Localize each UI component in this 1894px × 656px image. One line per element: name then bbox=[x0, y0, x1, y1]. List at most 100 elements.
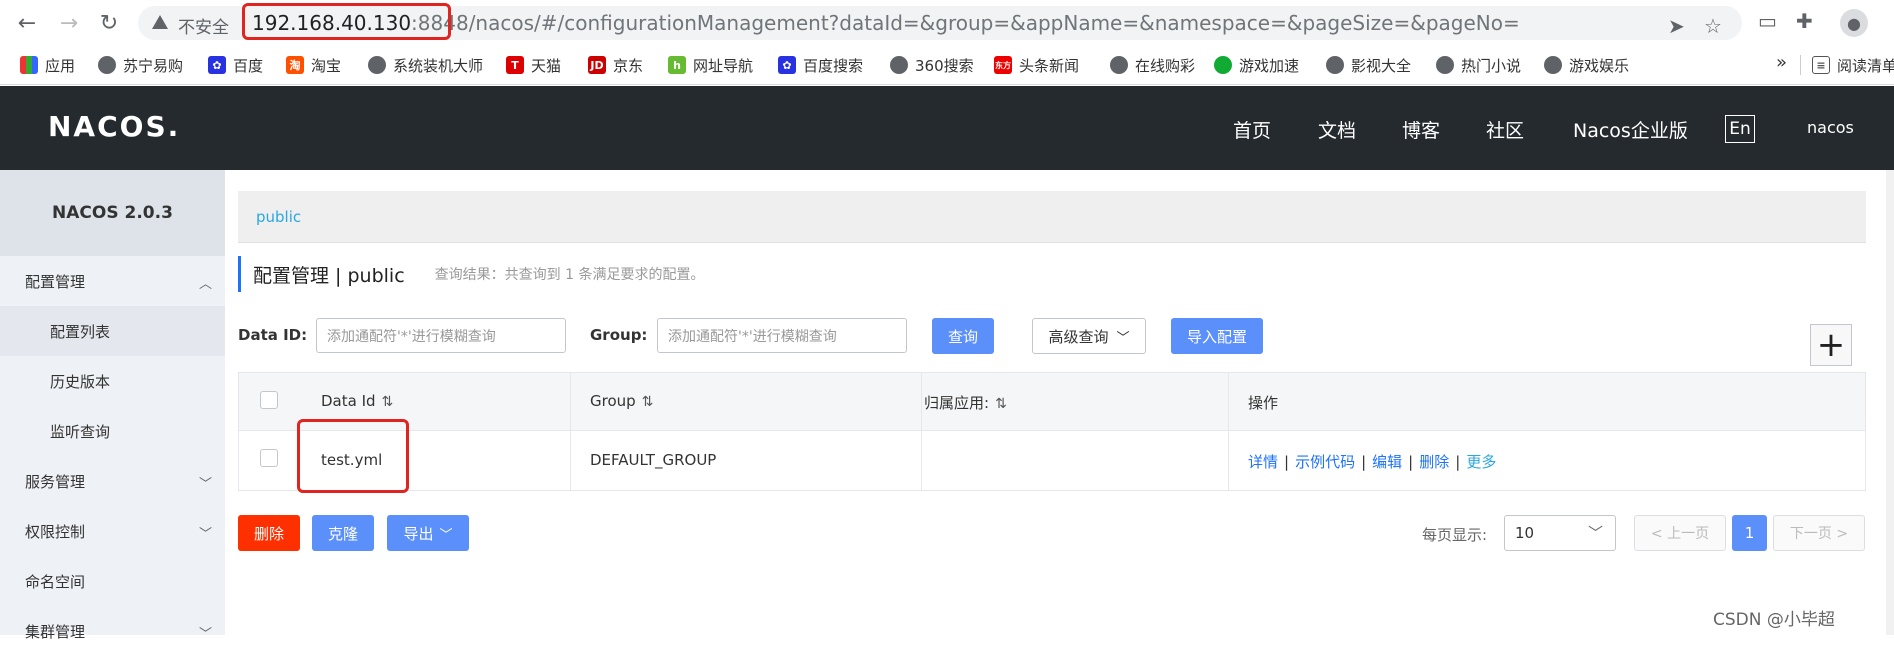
extensions-icon[interactable]: ✚ bbox=[1796, 9, 1813, 33]
th-label: Data Id bbox=[321, 392, 376, 410]
sidebar-item-history[interactable]: 历史版本 bbox=[0, 356, 225, 406]
nacos-logo[interactable]: NACOS. bbox=[48, 110, 180, 143]
next-page-button[interactable]: 下一页 > bbox=[1773, 515, 1865, 551]
bookmark-item[interactable]: 系统装机大师 bbox=[368, 54, 483, 76]
add-config-button[interactable]: + bbox=[1810, 324, 1852, 366]
page-title: 配置管理 | public bbox=[253, 264, 405, 287]
globe-icon bbox=[1544, 56, 1562, 74]
page-number-current[interactable]: 1 bbox=[1732, 515, 1767, 551]
separator: | bbox=[1455, 453, 1461, 471]
page-scrollbar[interactable] bbox=[1886, 170, 1894, 635]
globe-icon bbox=[1110, 56, 1128, 74]
bookmark-item[interactable]: 热门小说 bbox=[1436, 54, 1521, 76]
forward-arrow-icon[interactable]: → bbox=[56, 10, 82, 36]
bookmarks-divider bbox=[1800, 55, 1801, 75]
bookmark-item[interactable]: h 网址导航 bbox=[668, 54, 753, 76]
detail-link[interactable]: 详情 bbox=[1248, 453, 1278, 471]
more-link[interactable]: 更多 bbox=[1466, 453, 1496, 471]
prev-page-button[interactable]: < 上一页 bbox=[1634, 515, 1726, 551]
nav-community[interactable]: 社区 bbox=[1486, 116, 1524, 143]
bookmark-item[interactable]: 苏宁易购 bbox=[98, 54, 183, 76]
bookmark-apps[interactable]: 应用 bbox=[20, 54, 75, 76]
advanced-query-button[interactable]: 高级查询 ﹀ bbox=[1032, 318, 1146, 354]
sample-code-link[interactable]: 示例代码 bbox=[1295, 453, 1355, 471]
sidebar-item-label: 权限控制 bbox=[25, 522, 86, 541]
config-table: Data Id ⇅ Group ⇅ 归属应用: ⇅ 操作 test.yml DEFAU… bbox=[238, 372, 1866, 491]
import-config-button[interactable]: 导入配置 bbox=[1171, 318, 1263, 354]
chevron-down-icon: ﹀ bbox=[439, 527, 453, 543]
delete-button[interactable]: 删除 bbox=[238, 515, 300, 551]
sidebar-item-access-control[interactable]: 权限控制 ﹀ bbox=[0, 506, 225, 556]
bookmark-item[interactable]: 淘淘宝 bbox=[286, 54, 341, 76]
nav-docs[interactable]: 文档 bbox=[1318, 116, 1356, 143]
export-label: 导出 bbox=[403, 524, 434, 543]
bookmark-item[interactable]: 游戏娱乐 bbox=[1544, 54, 1629, 76]
nav-blog[interactable]: 博客 bbox=[1402, 116, 1440, 143]
sort-icon[interactable]: ⇅ bbox=[995, 396, 1007, 412]
sort-icon[interactable]: ⇅ bbox=[382, 394, 394, 410]
back-arrow-icon[interactable]: ← bbox=[14, 10, 40, 36]
edit-link[interactable]: 编辑 bbox=[1372, 453, 1402, 471]
clone-button[interactable]: 克隆 bbox=[312, 515, 374, 551]
bookmark-label: 头条新闻 bbox=[1019, 56, 1080, 75]
page-size-select[interactable]: 10 ﹀ bbox=[1504, 515, 1616, 551]
sidebar-item-label: 服务管理 bbox=[25, 472, 86, 491]
sidebar-item-config-management[interactable]: 配置管理 ︿ bbox=[0, 256, 225, 306]
nav-enterprise[interactable]: Nacos企业版 bbox=[1573, 116, 1688, 143]
page-size-label: 每页显示: bbox=[1422, 526, 1488, 544]
bookmark-item[interactable]: T 天猫 bbox=[506, 54, 561, 76]
row-checkbox[interactable] bbox=[260, 449, 278, 467]
bookmark-item[interactable]: 影视大全 bbox=[1326, 54, 1411, 76]
group-input[interactable]: 添加通配符'*'进行模糊查询 bbox=[657, 318, 907, 353]
bookmark-label: 游戏娱乐 bbox=[1569, 56, 1630, 75]
globe-icon bbox=[1436, 56, 1454, 74]
bookmark-item[interactable]: 游戏加速 bbox=[1214, 54, 1299, 76]
sidebar-item-label: 历史版本 bbox=[50, 372, 111, 391]
toutiao-icon: 东方 bbox=[994, 56, 1012, 74]
chevron-down-icon: ﹀ bbox=[1587, 524, 1603, 542]
dataid-input[interactable]: 添加通配符'*'进行模糊查询 bbox=[316, 318, 566, 353]
apps-grid-icon bbox=[20, 56, 38, 74]
sidebar-item-service-management[interactable]: 服务管理 ﹀ bbox=[0, 456, 225, 506]
tmall-icon: T bbox=[506, 56, 524, 74]
language-switch-button[interactable]: En bbox=[1725, 115, 1755, 143]
export-button[interactable]: 导出 ﹀ bbox=[387, 515, 469, 551]
bookmark-label: 应用 bbox=[45, 56, 76, 75]
bookmark-item[interactable]: 360搜索 bbox=[890, 54, 974, 76]
bookmark-item[interactable]: JD 京东 bbox=[588, 54, 643, 76]
send-icon[interactable]: ➤ bbox=[1668, 14, 1685, 38]
warning-icon bbox=[152, 15, 168, 29]
star-icon[interactable]: ☆ bbox=[1704, 14, 1722, 38]
th-data-id[interactable]: Data Id ⇅ bbox=[321, 392, 393, 410]
sidebar-item-label: 配置管理 bbox=[25, 272, 86, 291]
group-label: Group: bbox=[590, 326, 648, 344]
th-app[interactable]: 归属应用: ⇅ bbox=[924, 392, 1007, 413]
cast-icon[interactable]: ▭ bbox=[1758, 9, 1777, 33]
sidebar-item-namespace[interactable]: 命名空间 bbox=[0, 556, 225, 606]
sort-icon[interactable]: ⇅ bbox=[642, 394, 654, 410]
sidebar-title: NACOS 2.0.3 bbox=[0, 170, 225, 256]
bookmark-label: 京东 bbox=[613, 56, 644, 75]
bookmark-item[interactable]: ✿ 百度 bbox=[208, 54, 263, 76]
reload-icon[interactable]: ↻ bbox=[96, 10, 122, 36]
delete-link[interactable]: 删除 bbox=[1419, 453, 1449, 471]
bookmark-item[interactable]: 东方 头条新闻 bbox=[994, 54, 1079, 76]
bookmark-item[interactable]: ✿ 百度搜索 bbox=[778, 54, 863, 76]
bookmarks-overflow-icon[interactable]: » bbox=[1776, 52, 1787, 73]
browser-toolbar: ← → ↻ 不安全 192.168.40.130:8848/nacos/#/co… bbox=[0, 0, 1894, 45]
th-group[interactable]: Group ⇅ bbox=[590, 392, 653, 410]
bookmark-item[interactable]: 在线购彩 bbox=[1110, 54, 1195, 76]
plus-icon: + bbox=[1816, 325, 1846, 365]
nav-home[interactable]: 首页 bbox=[1233, 116, 1271, 143]
row-divider bbox=[239, 431, 1865, 432]
user-name[interactable]: nacos bbox=[1807, 118, 1854, 137]
query-button[interactable]: 查询 bbox=[932, 318, 994, 354]
bookmark-label: 淘宝 bbox=[311, 56, 342, 75]
sidebar-item-config-list[interactable]: 配置列表 bbox=[0, 306, 225, 356]
sidebar-item-cluster-management[interactable]: 集群管理 ﹀ bbox=[0, 606, 225, 656]
select-all-checkbox[interactable] bbox=[260, 391, 278, 409]
profile-avatar-icon[interactable]: ● bbox=[1840, 9, 1868, 37]
bookmark-reading-list[interactable]: ≡ 阅读清单 bbox=[1812, 54, 1894, 76]
sidebar-item-listener-query[interactable]: 监听查询 bbox=[0, 406, 225, 456]
namespace-link-public[interactable]: public bbox=[256, 208, 301, 226]
